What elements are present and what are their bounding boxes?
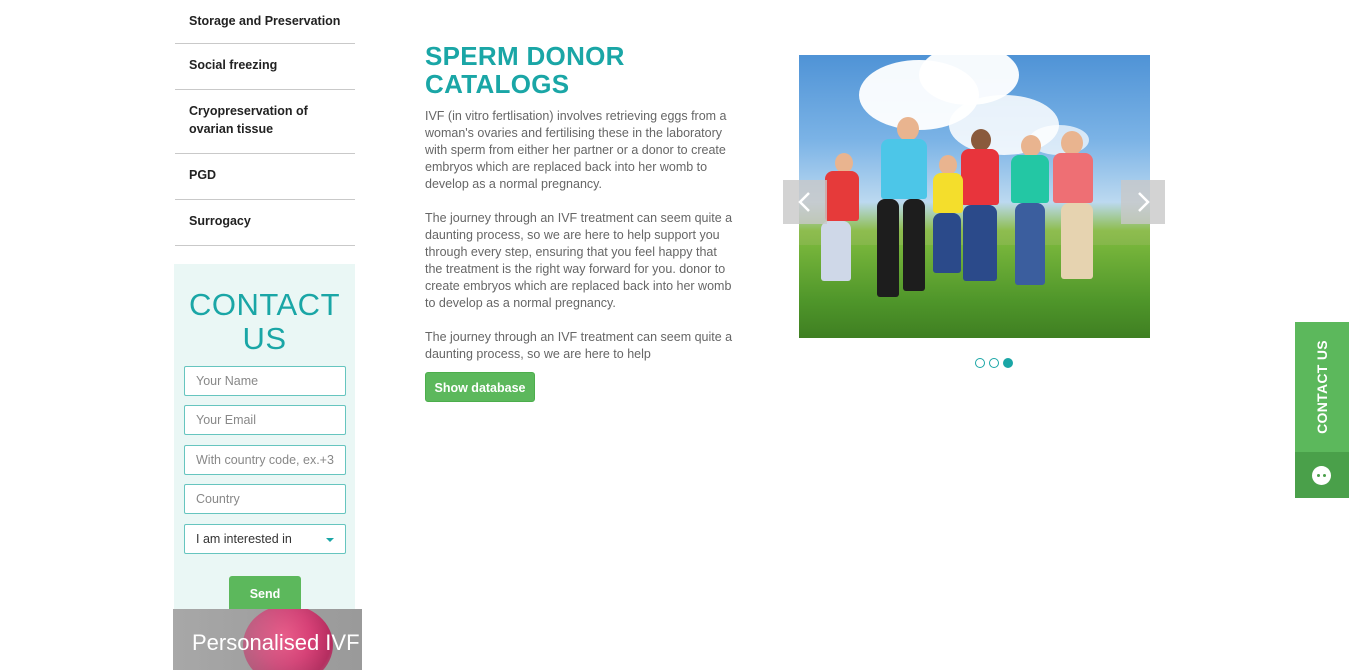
intro-paragraph-1: IVF (in vitro fertlisation) involves ret…: [425, 109, 727, 191]
sidebar-item-social-freezing[interactable]: Social freezing: [175, 44, 355, 90]
sidebar-item-cryopreservation[interactable]: Cryopreservation of ovarian tissue: [175, 90, 355, 154]
sidebar-item-storage-and-preservation[interactable]: Storage and Preservation: [175, 0, 355, 44]
chevron-right-icon: [1138, 192, 1150, 212]
promo-banner[interactable]: Personalised IVF and E: [173, 609, 362, 670]
show-database-button[interactable]: Show database: [425, 372, 535, 402]
name-input[interactable]: Your Name: [184, 366, 346, 396]
sidebar-menu: Storage and Preservation Social freezing…: [175, 0, 355, 246]
interest-select-value: I am interested in: [196, 532, 292, 546]
side-contact-label: CONTACT US: [1314, 340, 1330, 434]
side-chat-button[interactable]: [1295, 452, 1349, 498]
interest-select[interactable]: I am interested in: [184, 524, 346, 554]
chevron-left-icon: [798, 192, 810, 212]
slider-dot-2[interactable]: [989, 358, 999, 368]
caret-down-icon: [326, 538, 334, 542]
page-title: SPERM DONOR CATALOGS: [425, 41, 625, 99]
slider-prev-button[interactable]: [783, 180, 827, 224]
phone-input[interactable]: With country code, ex.+3: [184, 445, 346, 475]
side-contact-tab[interactable]: CONTACT US: [1295, 322, 1349, 498]
intro-paragraph-2: The journey through an IVF treatment can…: [425, 211, 733, 310]
slider-image: [799, 55, 1150, 338]
slider-dot-1[interactable]: [975, 358, 985, 368]
slider-dot-3[interactable]: [1003, 358, 1013, 368]
sidebar-item-surrogacy[interactable]: Surrogacy: [175, 200, 355, 246]
slider-next-button[interactable]: [1121, 180, 1165, 224]
email-input[interactable]: Your Email: [184, 405, 346, 435]
chat-icon: [1312, 466, 1331, 485]
country-input[interactable]: Country: [184, 484, 346, 514]
contact-form: CONTACT US Your Name Your Email With cou…: [174, 264, 355, 610]
intro-paragraph-3: The journey through an IVF treatment can…: [425, 330, 733, 361]
promo-text: Personalised IVF and E: [192, 630, 362, 655]
contact-form-title: CONTACT US: [188, 287, 341, 356]
send-button[interactable]: Send: [229, 576, 301, 610]
sidebar-item-pgd[interactable]: PGD: [175, 154, 355, 200]
